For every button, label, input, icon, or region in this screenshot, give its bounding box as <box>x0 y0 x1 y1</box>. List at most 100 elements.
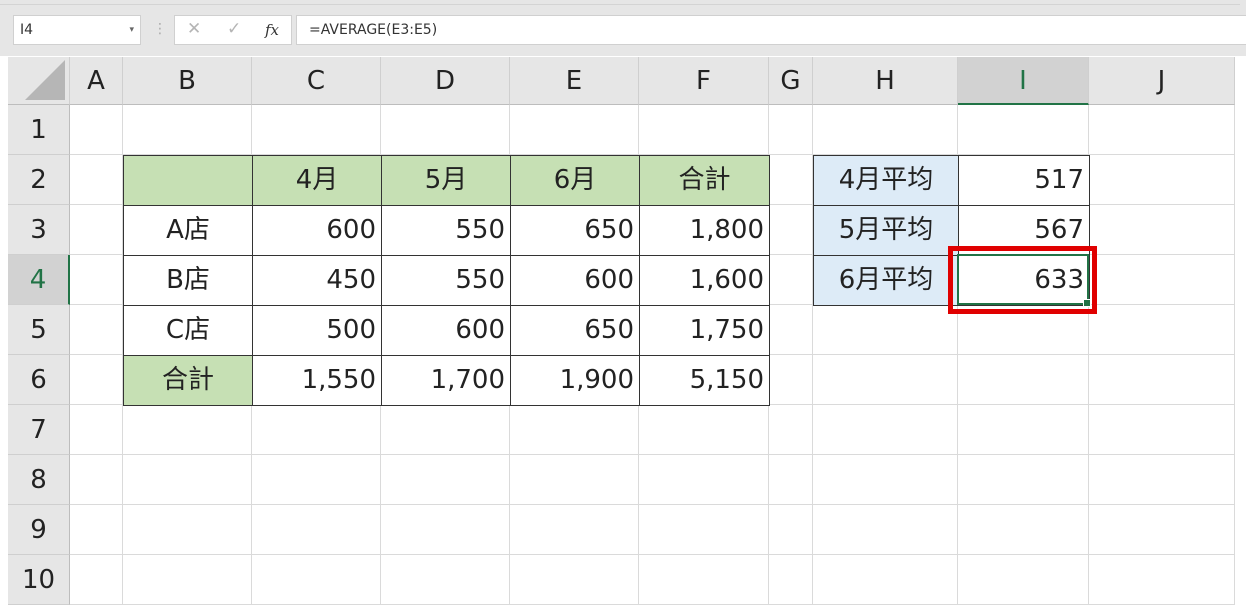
cell-e9[interactable] <box>510 505 639 555</box>
cell-c8[interactable] <box>252 455 381 505</box>
cell-i9[interactable] <box>958 505 1089 555</box>
cell-b7[interactable] <box>123 405 252 455</box>
cell-i7[interactable] <box>958 405 1089 455</box>
cell-h5[interactable] <box>813 305 958 355</box>
cell-g2[interactable] <box>769 155 813 205</box>
name-box[interactable]: I4 ▾ <box>13 15 141 45</box>
cancel-icon[interactable]: ✕ <box>187 19 201 39</box>
cell-a5[interactable] <box>70 305 123 355</box>
cell-g4[interactable] <box>769 255 813 305</box>
cell-f9[interactable] <box>639 505 769 555</box>
cell-g6[interactable] <box>769 355 813 405</box>
cell-f8[interactable] <box>639 455 769 505</box>
sales-value[interactable]: 600 <box>381 305 511 356</box>
cell-c7[interactable] <box>252 405 381 455</box>
cell-f10[interactable] <box>639 555 769 605</box>
cell-d10[interactable] <box>381 555 510 605</box>
cell-e1[interactable] <box>510 105 639 155</box>
cell-g8[interactable] <box>769 455 813 505</box>
cell-b1[interactable] <box>123 105 252 155</box>
sales-value[interactable]: 450 <box>252 255 382 306</box>
cell-j4[interactable] <box>1089 255 1235 305</box>
drag-handle-icon[interactable]: ⋮ <box>153 18 167 40</box>
average-label[interactable]: 6月平均 <box>813 255 959 306</box>
cell-d1[interactable] <box>381 105 510 155</box>
cell-d8[interactable] <box>381 455 510 505</box>
cell-a8[interactable] <box>70 455 123 505</box>
cell-j10[interactable] <box>1089 555 1235 605</box>
sales-value[interactable]: 1,800 <box>639 205 770 256</box>
cell-f7[interactable] <box>639 405 769 455</box>
average-label[interactable]: 5月平均 <box>813 205 959 256</box>
sales-value[interactable]: 550 <box>381 205 511 256</box>
formula-input[interactable]: =AVERAGE(E3:E5) <box>296 15 1246 45</box>
cell-j5[interactable] <box>1089 305 1235 355</box>
column-header-f[interactable]: F <box>639 57 769 105</box>
cell-i8[interactable] <box>958 455 1089 505</box>
cell-e8[interactable] <box>510 455 639 505</box>
row-header-10[interactable]: 10 <box>8 555 70 605</box>
check-icon[interactable]: ✓ <box>227 19 241 39</box>
cell-g7[interactable] <box>769 405 813 455</box>
cell-g1[interactable] <box>769 105 813 155</box>
cell-j8[interactable] <box>1089 455 1235 505</box>
cell-a2[interactable] <box>70 155 123 205</box>
store-label[interactable]: 合計 <box>123 355 253 406</box>
cell-e7[interactable] <box>510 405 639 455</box>
cell-a1[interactable] <box>70 105 123 155</box>
row-header-4[interactable]: 4 <box>8 255 70 305</box>
sales-header-blank[interactable] <box>123 155 253 206</box>
column-header-a[interactable]: A <box>70 57 123 105</box>
cell-a3[interactable] <box>70 205 123 255</box>
sales-value[interactable]: 1,600 <box>639 255 770 306</box>
row-header-7[interactable]: 7 <box>8 405 70 455</box>
cell-b10[interactable] <box>123 555 252 605</box>
column-header-i[interactable]: I <box>958 57 1089 105</box>
column-header-g[interactable]: G <box>769 57 813 105</box>
sales-value[interactable]: 5,150 <box>639 355 770 406</box>
cell-c1[interactable] <box>252 105 381 155</box>
average-value[interactable]: 517 <box>958 155 1090 206</box>
cell-a6[interactable] <box>70 355 123 405</box>
cell-a9[interactable] <box>70 505 123 555</box>
cell-i1[interactable] <box>958 105 1089 155</box>
cell-j7[interactable] <box>1089 405 1235 455</box>
cell-f1[interactable] <box>639 105 769 155</box>
select-all-button[interactable] <box>8 57 70 105</box>
row-header-8[interactable]: 8 <box>8 455 70 505</box>
cell-g10[interactable] <box>769 555 813 605</box>
cell-c9[interactable] <box>252 505 381 555</box>
sales-value[interactable]: 1,750 <box>639 305 770 356</box>
cell-i10[interactable] <box>958 555 1089 605</box>
sales-header-3[interactable]: 6月 <box>510 155 640 206</box>
sales-value[interactable]: 650 <box>510 205 640 256</box>
cell-b8[interactable] <box>123 455 252 505</box>
cell-j6[interactable] <box>1089 355 1235 405</box>
cell-j2[interactable] <box>1089 155 1235 205</box>
sales-header-4[interactable]: 合計 <box>639 155 770 206</box>
cell-g5[interactable] <box>769 305 813 355</box>
row-header-3[interactable]: 3 <box>8 205 70 255</box>
cell-h10[interactable] <box>813 555 958 605</box>
column-header-h[interactable]: H <box>813 57 958 105</box>
row-header-9[interactable]: 9 <box>8 505 70 555</box>
column-header-e[interactable]: E <box>510 57 639 105</box>
cell-b9[interactable] <box>123 505 252 555</box>
sales-value[interactable]: 500 <box>252 305 382 356</box>
sales-value[interactable]: 1,550 <box>252 355 382 406</box>
cell-d7[interactable] <box>381 405 510 455</box>
sales-value[interactable]: 650 <box>510 305 640 356</box>
row-header-2[interactable]: 2 <box>8 155 70 205</box>
store-label[interactable]: B店 <box>123 255 253 306</box>
column-header-d[interactable]: D <box>381 57 510 105</box>
cell-j1[interactable] <box>1089 105 1235 155</box>
cell-i6[interactable] <box>958 355 1089 405</box>
column-header-b[interactable]: B <box>123 57 252 105</box>
chevron-down-icon[interactable]: ▾ <box>129 16 134 44</box>
cell-h8[interactable] <box>813 455 958 505</box>
cell-a10[interactable] <box>70 555 123 605</box>
sales-header-1[interactable]: 4月 <box>252 155 382 206</box>
row-header-5[interactable]: 5 <box>8 305 70 355</box>
cell-h6[interactable] <box>813 355 958 405</box>
cell-h7[interactable] <box>813 405 958 455</box>
